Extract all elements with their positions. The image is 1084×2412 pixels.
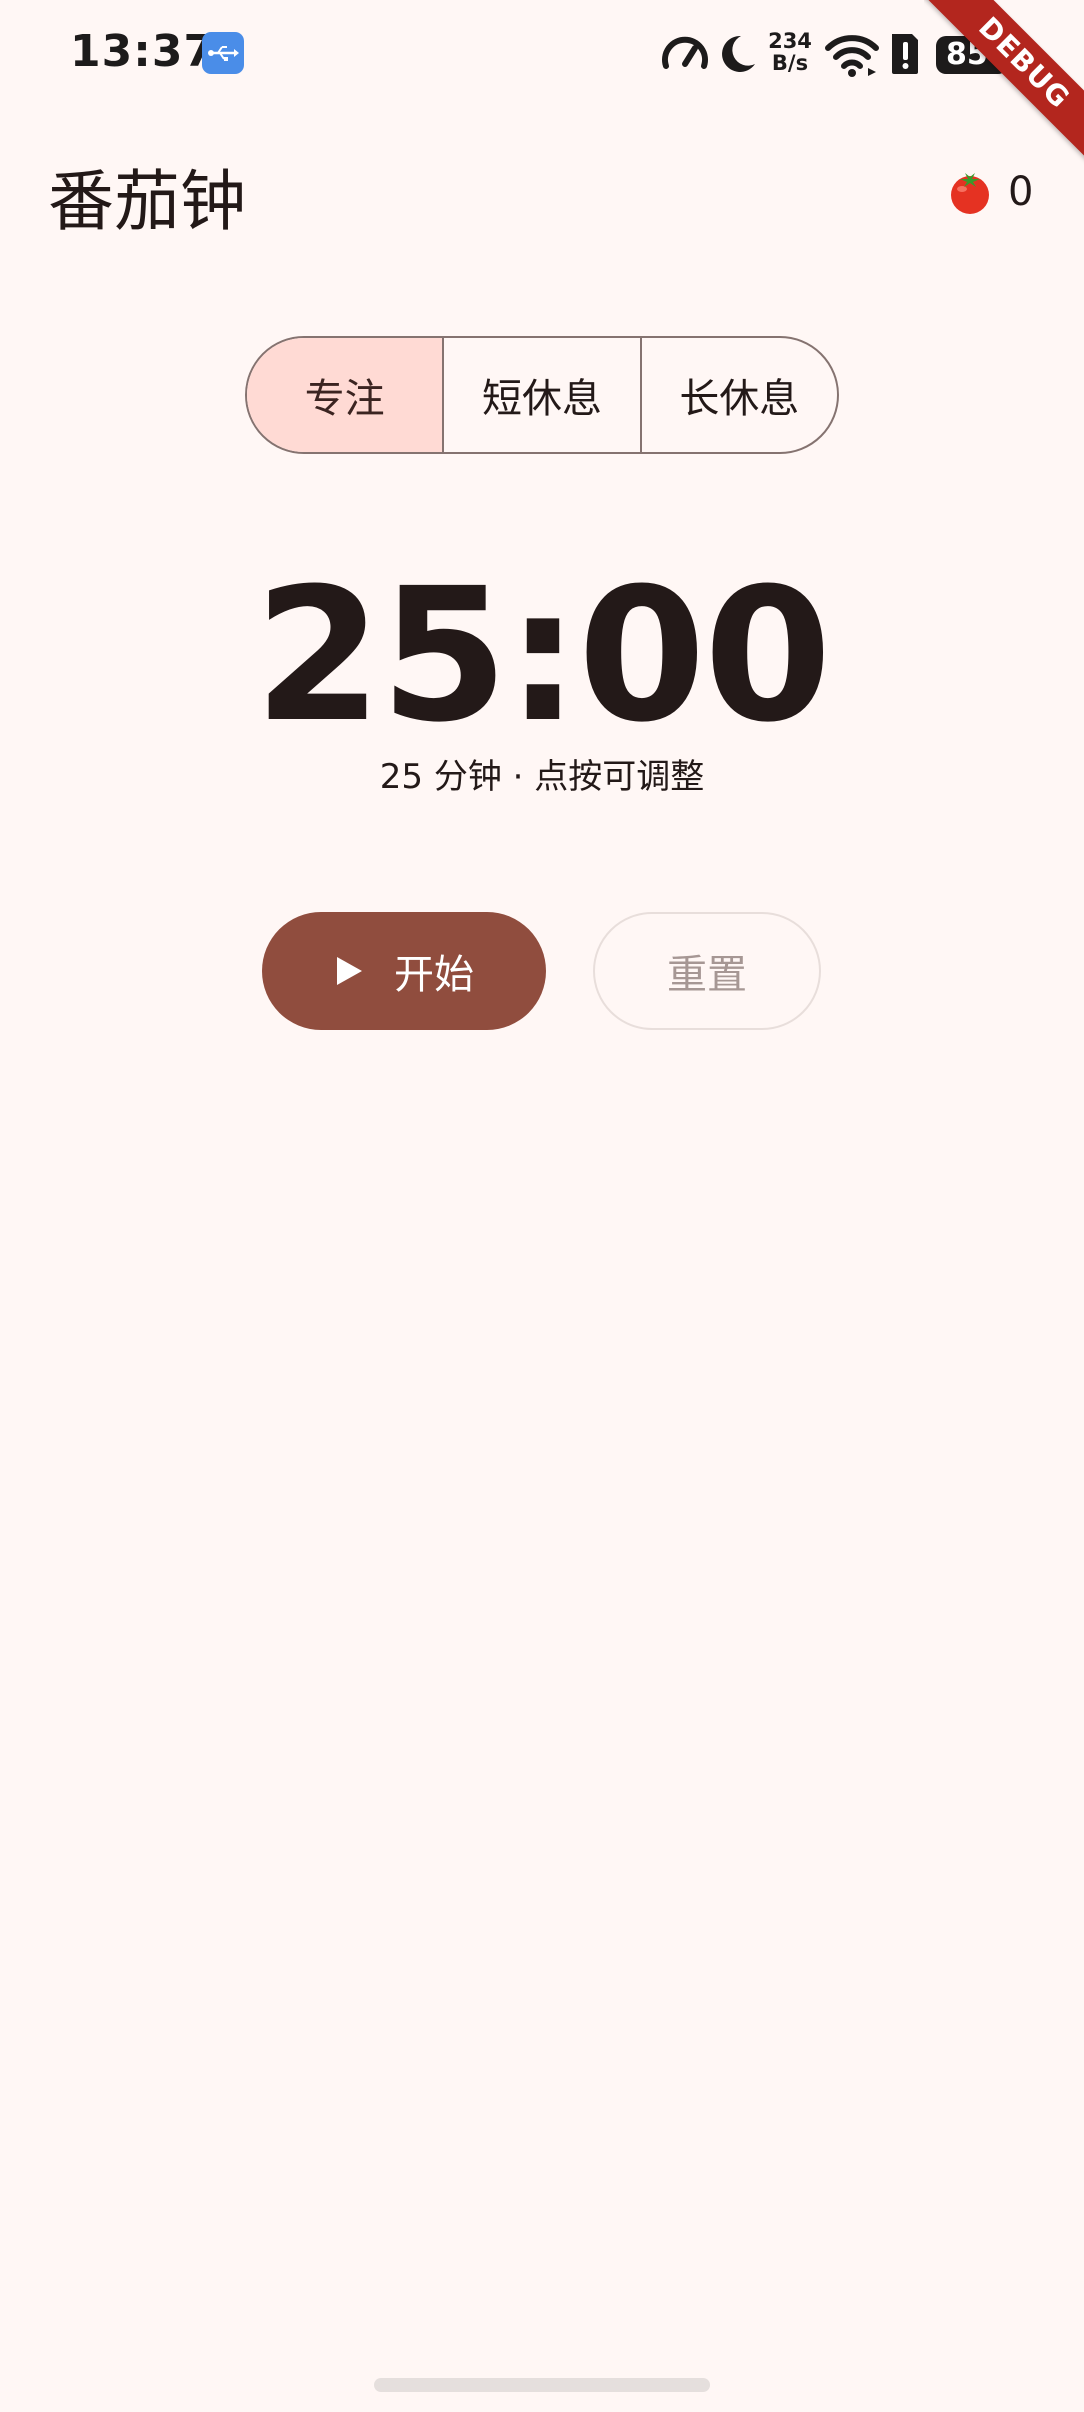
segment-short-break[interactable]: 短休息 <box>442 338 639 452</box>
status-bar: 13:37 234 B/s 85 <box>0 0 1084 110</box>
timer-hint: 25 分钟 · 点按可调整 <box>379 757 705 797</box>
do-not-disturb-moon-icon <box>715 26 759 82</box>
reset-button-label: 重置 <box>667 952 747 998</box>
network-rate-value: 234 <box>768 29 812 53</box>
network-rate-unit: B/s <box>771 51 809 75</box>
page-title: 番茄钟 <box>48 163 246 240</box>
segment-long-break[interactable]: 长休息 <box>639 338 837 452</box>
debug-banner-label: DEBUG <box>924 0 1084 170</box>
start-button-label: 开始 <box>394 952 474 998</box>
timer-display[interactable]: 25:00 <box>0 556 1084 756</box>
debug-ribbon: DEBUG <box>924 0 1084 170</box>
play-icon <box>337 957 362 985</box>
home-indicator[interactable] <box>374 2378 710 2392</box>
status-time: 13:37 <box>70 26 216 77</box>
segment-focus[interactable]: 专注 <box>247 338 443 452</box>
completed-pomodoro-count: 0 <box>1008 169 1034 215</box>
reset-button[interactable]: 重置 <box>593 912 821 1030</box>
network-rate: 234 B/s <box>766 30 814 74</box>
alert-icon <box>888 26 922 82</box>
mode-segmented-control: 专注 短休息 长休息 <box>245 336 839 454</box>
wifi-icon <box>824 26 880 82</box>
tomato-icon <box>946 168 994 216</box>
start-button[interactable]: 开始 <box>262 912 546 1030</box>
speedometer-icon <box>660 26 710 82</box>
usb-icon <box>202 32 244 74</box>
